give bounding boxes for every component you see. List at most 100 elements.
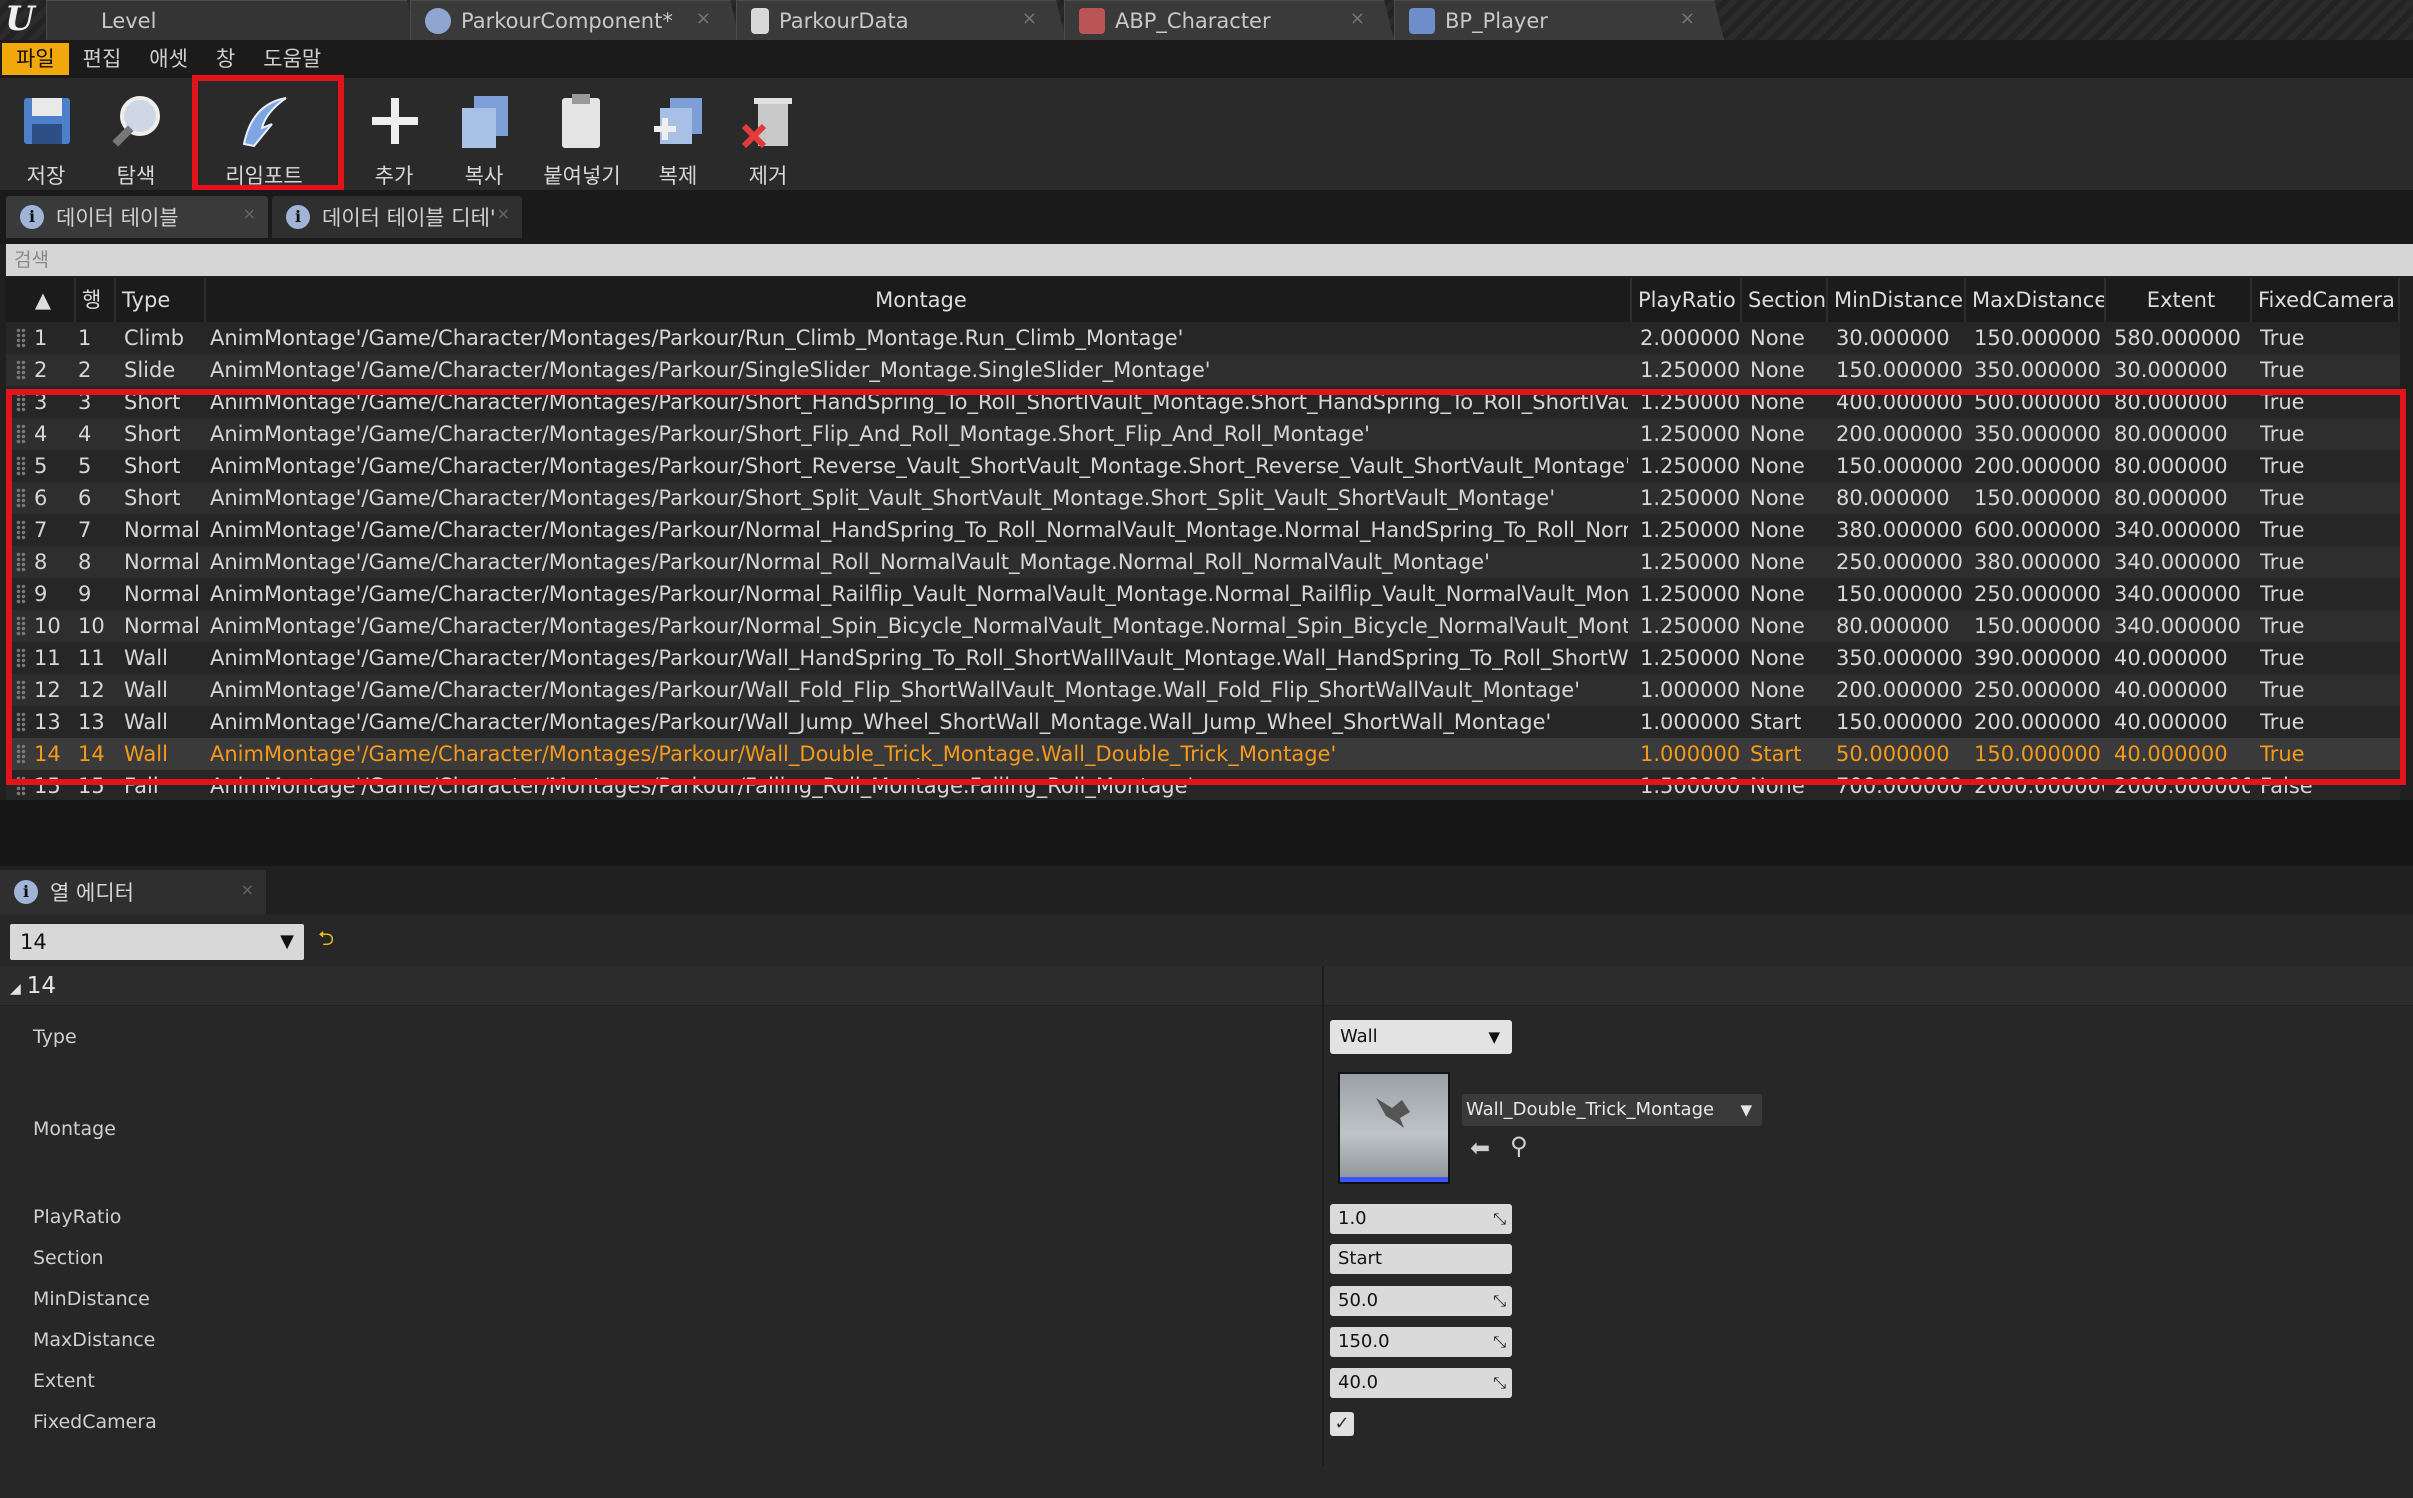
- tab-abp-character[interactable]: ABP_Character ×: [1064, 0, 1394, 40]
- table-row[interactable]: 1 1 Climb AnimMontage'/Game/Character/Monta…: [6, 322, 2400, 354]
- rows-highlight-box: [6, 389, 2406, 785]
- save-button[interactable]: 저장: [2, 84, 90, 188]
- unreal-logo-icon: U: [5, 0, 35, 39]
- close-icon[interactable]: ×: [243, 204, 256, 223]
- column-header-mindistance[interactable]: MinDistance: [1828, 278, 1966, 322]
- type-value: Wall: [1340, 1026, 1378, 1047]
- paste-button[interactable]: 붙여넣기: [536, 84, 628, 188]
- maxdistance-cell: 150.000000: [1974, 326, 2101, 350]
- expand-arrow-icon: ⤡: [1493, 1291, 1506, 1310]
- add-button[interactable]: 추가: [350, 84, 438, 188]
- info-icon: i: [286, 205, 310, 229]
- row-index: 1: [34, 326, 48, 350]
- column-header-type[interactable]: Type: [116, 278, 206, 322]
- menu-help[interactable]: 도움말: [249, 43, 335, 75]
- montage-cell: AnimMontage'/Game/Character/Montages/Par…: [210, 358, 1211, 382]
- label-fixedcamera: FixedCamera: [33, 1411, 157, 1433]
- section-cell: None: [1750, 358, 1805, 382]
- tab-parkour-component[interactable]: ParkourComponent* ×: [410, 0, 740, 40]
- close-icon[interactable]: ×: [1680, 8, 1695, 29]
- browse-button[interactable]: 탐색: [92, 84, 180, 188]
- menu-edit[interactable]: 편집: [69, 43, 136, 75]
- playratio-cell: 1.250000: [1640, 358, 1740, 382]
- type-cell: Slide: [124, 358, 176, 382]
- row-select-dropdown[interactable]: 14 ▼: [10, 924, 304, 960]
- plus-icon: [372, 98, 418, 144]
- fixedcamera-checkbox[interactable]: ✓: [1330, 1412, 1354, 1436]
- clipboard-icon: [562, 94, 600, 148]
- column-header-playratio[interactable]: PlayRatio: [1632, 278, 1742, 322]
- chevron-down-icon: ▼: [1740, 1101, 1752, 1119]
- data-table-icon: [751, 7, 769, 34]
- duplicate-button[interactable]: 복제: [634, 84, 722, 188]
- remove-button[interactable]: 제거: [724, 84, 812, 188]
- extent-field[interactable]: 40.0 ⤡: [1330, 1368, 1512, 1398]
- use-selected-arrow-icon[interactable]: ⬅: [1470, 1134, 1490, 1162]
- panel-tab-bar: i 데이터 테이블 × i 데이터 테이블 디테' ×: [0, 190, 2413, 244]
- column-header-section[interactable]: Section: [1742, 278, 1828, 322]
- playratio-field[interactable]: 1.0 ⤡: [1330, 1204, 1512, 1234]
- fixedcamera-cell: True: [2260, 326, 2305, 350]
- blueprint-icon: [1409, 7, 1435, 34]
- category-header[interactable]: ◢ 14: [0, 966, 2413, 1006]
- info-icon: i: [20, 205, 44, 229]
- label-type: Type: [33, 1026, 77, 1048]
- row-name: 1: [78, 326, 92, 350]
- type-cell: Climb: [124, 326, 185, 350]
- document-tab-bar: U Level ParkourComponent* × ParkourData …: [0, 0, 2413, 40]
- close-icon[interactable]: ×: [241, 880, 254, 899]
- section-field[interactable]: Start: [1330, 1244, 1512, 1274]
- extent-cell: 30.000000: [2114, 358, 2228, 382]
- tab-data-table[interactable]: i 데이터 테이블 ×: [6, 196, 268, 238]
- menu-window[interactable]: 창: [202, 43, 249, 75]
- column-header-row[interactable]: 행: [76, 278, 116, 322]
- column-header-montage[interactable]: Montage: [206, 278, 1632, 322]
- search-input[interactable]: 검색: [6, 244, 2413, 276]
- tab-level[interactable]: Level: [46, 0, 418, 40]
- table-row[interactable]: 2 2 Slide AnimMontage'/Game/Character/Monta…: [6, 354, 2400, 386]
- sort-arrow-icon[interactable]: ▲: [6, 278, 76, 322]
- expand-arrow-icon: ⤡: [1493, 1332, 1506, 1351]
- mindistance-field[interactable]: 50.0 ⤡: [1330, 1286, 1512, 1316]
- tab-parkour-data[interactable]: ParkourData ×: [736, 0, 1066, 40]
- copy-icon: [462, 96, 508, 148]
- mindistance-cell: 150.000000: [1836, 358, 1963, 382]
- maxdistance-value: 150.0: [1338, 1331, 1390, 1352]
- column-header-maxdistance[interactable]: MaxDistance: [1966, 278, 2106, 322]
- column-divider[interactable]: [1322, 966, 1324, 1466]
- section-cell: None: [1750, 326, 1805, 350]
- reset-icon[interactable]: ⮌: [318, 924, 334, 958]
- montage-thumbnail[interactable]: [1338, 1072, 1450, 1184]
- extent-value: 40.0: [1338, 1372, 1379, 1393]
- menu-asset[interactable]: 애셋: [135, 43, 202, 75]
- collapse-arrow-icon: ◢: [10, 981, 21, 997]
- column-header-extent[interactable]: Extent: [2106, 278, 2252, 322]
- menu-file[interactable]: 파일: [2, 43, 69, 75]
- tab-label: ParkourComponent*: [461, 8, 673, 33]
- magnifier-icon: [112, 96, 160, 147]
- column-header-fixedcamera[interactable]: FixedCamera: [2252, 278, 2400, 322]
- maxdistance-field[interactable]: 150.0 ⤡: [1330, 1327, 1512, 1357]
- tab-data-table-details[interactable]: i 데이터 테이블 디테' ×: [272, 196, 522, 238]
- close-icon[interactable]: ×: [1350, 8, 1365, 29]
- character-figure-icon: [1376, 1098, 1410, 1128]
- copy-button[interactable]: 복사: [440, 84, 528, 188]
- browse-search-icon[interactable]: ⚲: [1510, 1132, 1528, 1160]
- menu-bar: 파일 편집 애셋 창 도움말: [0, 40, 2413, 78]
- toolbar: 저장 탐색 리임포트 추가 복사 붙여넣기 복제 제거: [0, 78, 2413, 190]
- maxdistance-cell: 350.000000: [1974, 358, 2101, 382]
- label-playratio: PlayRatio: [33, 1206, 122, 1228]
- close-icon[interactable]: ×: [1022, 8, 1037, 29]
- drag-handle-icon[interactable]: [16, 328, 26, 348]
- tab-row-editor[interactable]: i 열 에디터 ×: [0, 870, 266, 914]
- close-icon[interactable]: ×: [696, 8, 711, 29]
- panel-splitter[interactable]: [0, 800, 2413, 866]
- montage-asset-picker[interactable]: Wall_Double_Trick_Montage ▼: [1462, 1094, 1762, 1126]
- tab-bp-player[interactable]: BP_Player ×: [1394, 0, 1724, 40]
- close-icon[interactable]: ×: [497, 204, 510, 223]
- type-dropdown[interactable]: Wall ▼: [1330, 1020, 1512, 1054]
- thumbnail-type-bar: [1340, 1177, 1448, 1182]
- chevron-down-icon: ▼: [280, 931, 294, 952]
- label-mindistance: MinDistance: [33, 1288, 150, 1310]
- drag-handle-icon[interactable]: [16, 360, 26, 380]
